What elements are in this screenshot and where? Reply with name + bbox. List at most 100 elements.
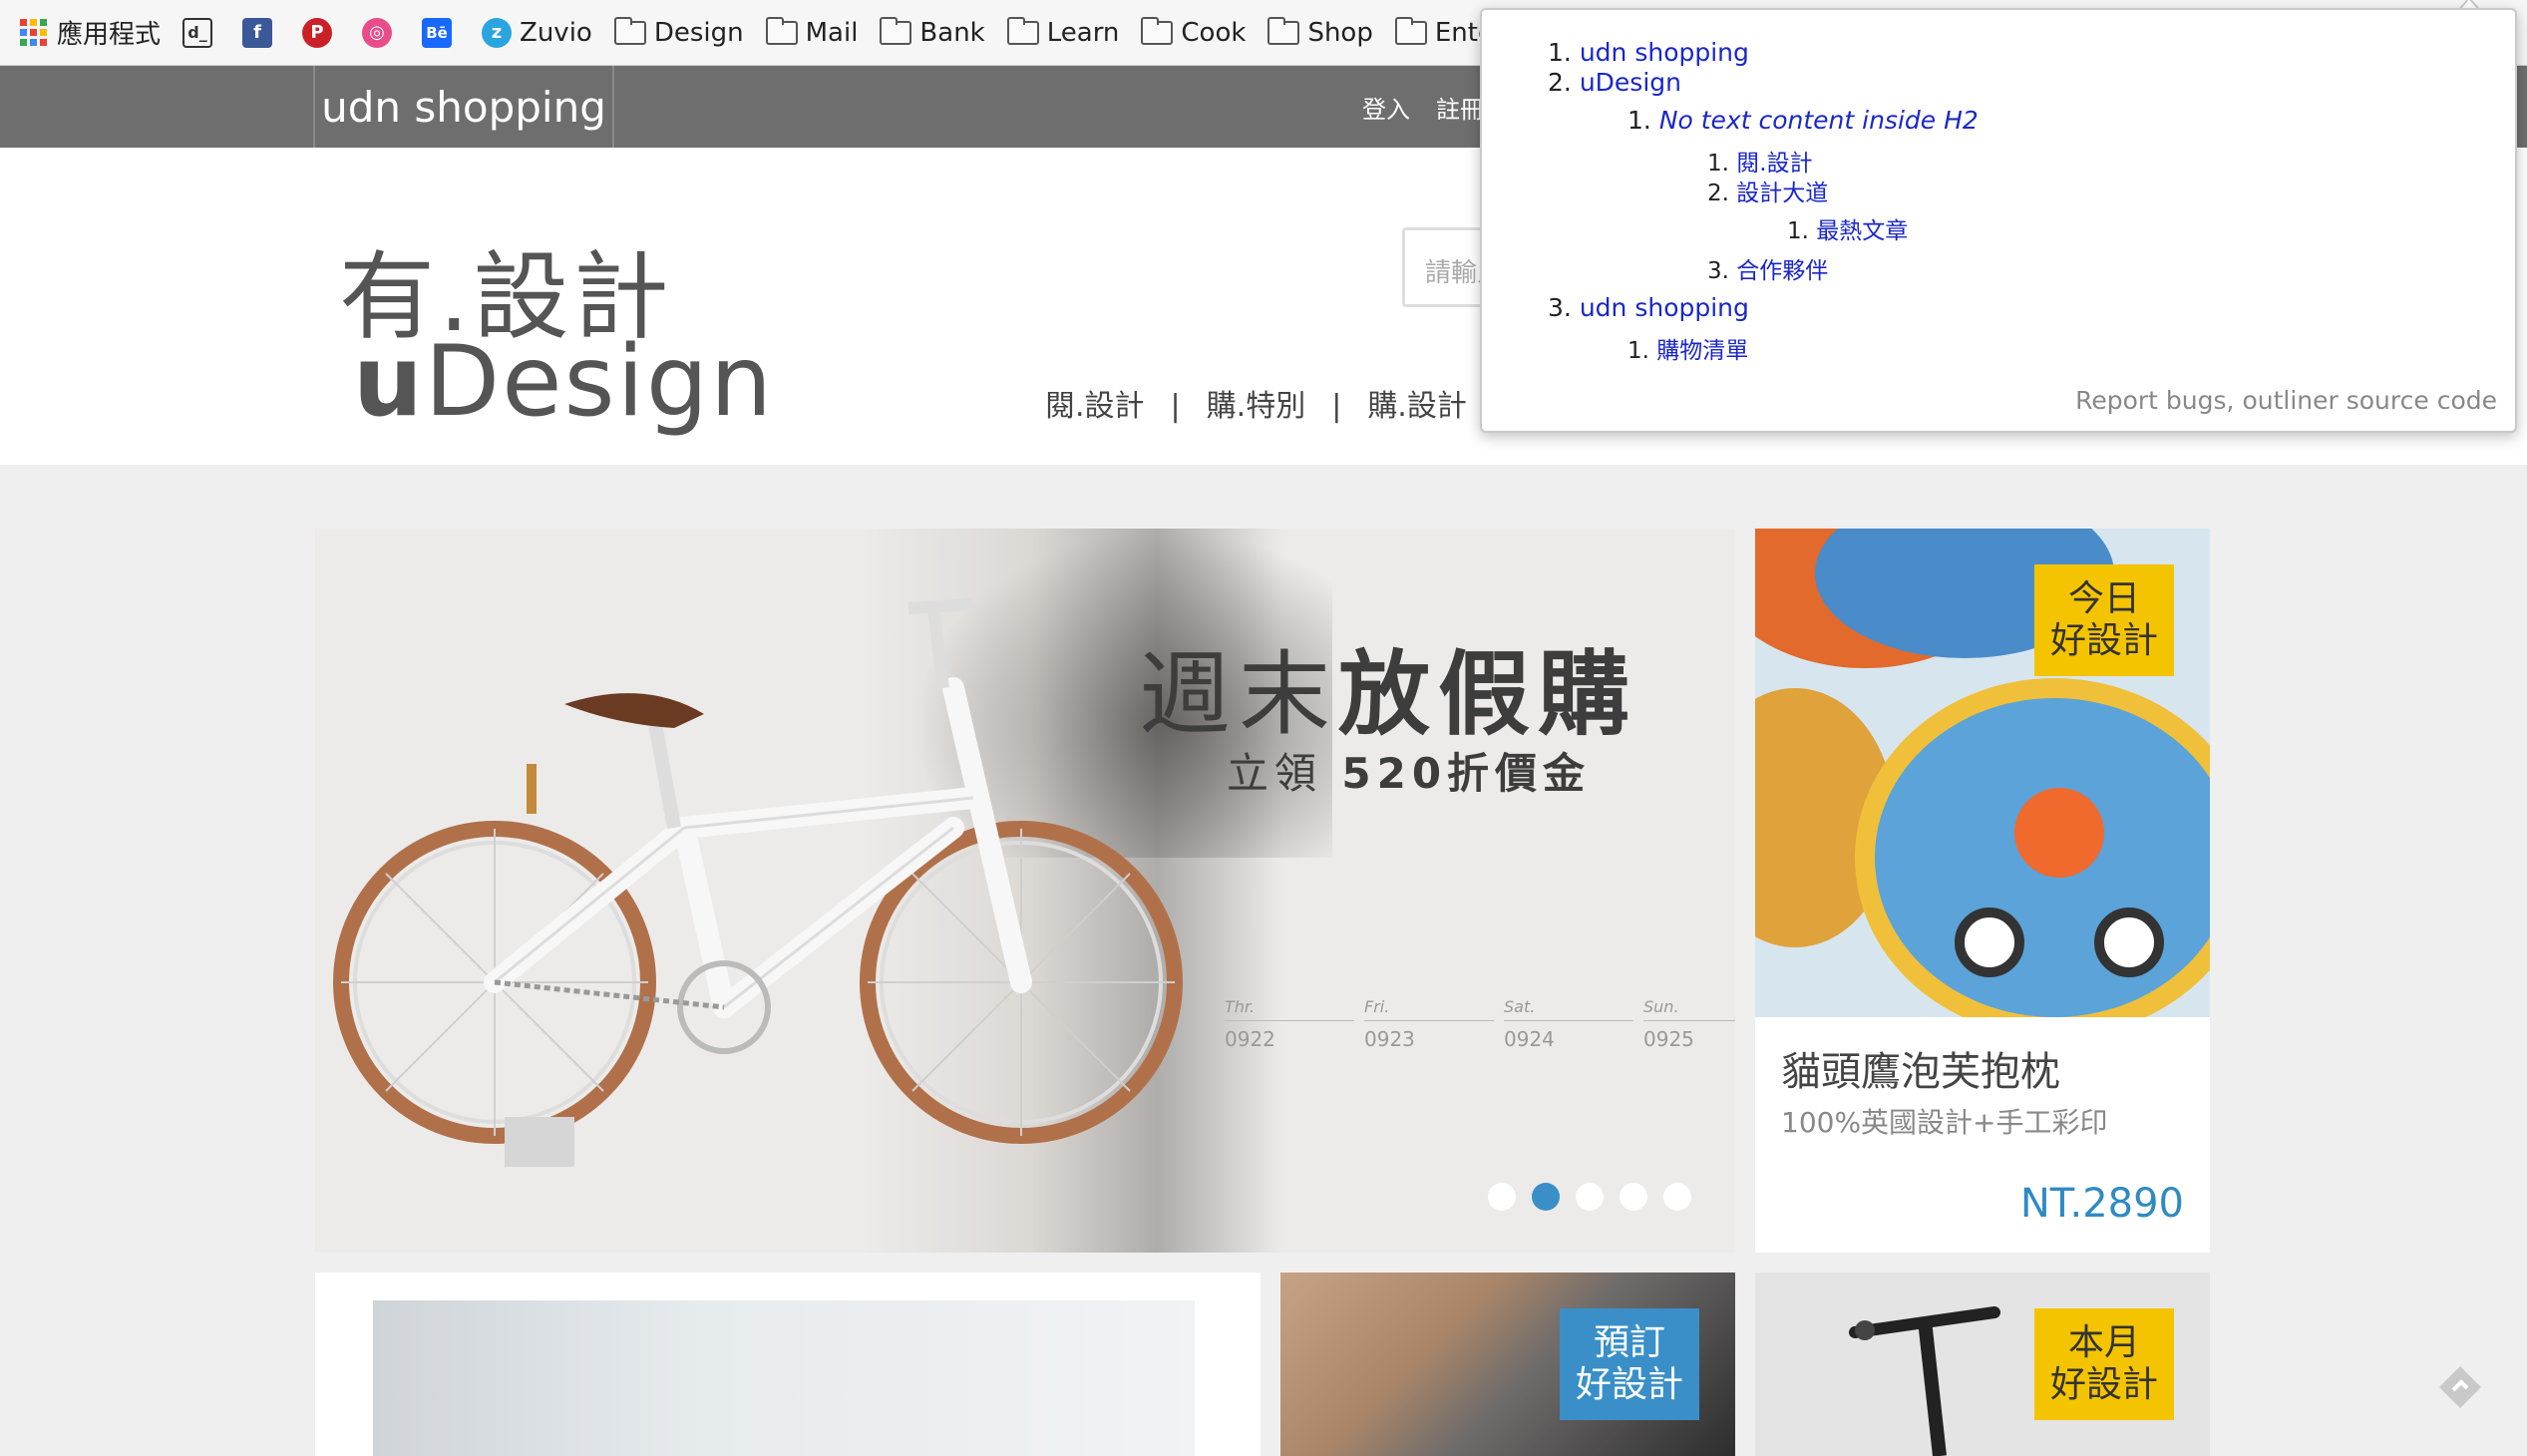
- bookmark-folder-bank[interactable]: Bank: [880, 0, 985, 66]
- outline-link[interactable]: 最熱文章: [1816, 218, 1908, 244]
- logo-english[interactable]: uDesign: [353, 325, 774, 439]
- apps-icon: [20, 19, 47, 46]
- outliner-footer: Report bugs, outliner source code: [2075, 386, 2497, 415]
- outline-num: 1.: [1548, 38, 1572, 67]
- carousel-dot-1[interactable]: [1488, 1183, 1516, 1211]
- footer-separator: ,: [2226, 386, 2235, 415]
- outline-link[interactable]: 購物清單: [1656, 338, 1748, 364]
- source-code-link[interactable]: outliner source code: [2242, 386, 2497, 415]
- outline-link[interactable]: 合作夥伴: [1736, 258, 1828, 284]
- carousel-dots: [1488, 1183, 1707, 1211]
- nav-separator: |: [1331, 389, 1342, 424]
- date-value: 0924: [1504, 1027, 1555, 1051]
- brand-link[interactable]: udn shopping: [313, 66, 614, 148]
- bookmark-label: 應用程式: [57, 20, 162, 50]
- bookmark-folder-mail[interactable]: Mail: [765, 0, 859, 66]
- bookmark-label: Design: [653, 17, 744, 48]
- hero-subtitle: 立領 520折價金: [1227, 740, 1591, 801]
- bookmark-apps[interactable]: 應用程式: [20, 0, 161, 66]
- outliner-popup: 1. udn shopping 2. uDesign 1. No text co…: [1480, 8, 2517, 433]
- folder-icon: [765, 16, 798, 45]
- bookmark-pinterest[interactable]: P: [302, 0, 340, 66]
- today-design-badge: 今日 好設計: [2033, 564, 2174, 676]
- preorder-design-badge: 預訂 好設計: [1559, 1308, 1699, 1420]
- register-link[interactable]: 註冊: [1436, 90, 1484, 125]
- folder-icon: [1267, 16, 1300, 45]
- product-subtitle: 100%英國設計+手工彩印: [1781, 1106, 2108, 1139]
- bottom-tile-3[interactable]: 本月 好設計: [1755, 1273, 2210, 1456]
- bookmark-dribbble[interactable]: ◎: [362, 0, 400, 66]
- outline-item: 3. udn shopping: [1548, 293, 1749, 322]
- bookmark-label: Shop: [1307, 17, 1373, 48]
- folder-icon: [1394, 16, 1427, 45]
- folder-icon: [1006, 16, 1039, 45]
- hero-sub-rest: 折價金: [1447, 749, 1592, 798]
- bookmark-dc[interactable]: d_: [182, 0, 220, 66]
- hero-banner[interactable]: 週末放假購 立領 520折價金 Thr. 0922 Fri. 0923 Sat. 09…: [315, 529, 1735, 1253]
- badge-line2: 好設計: [2049, 620, 2158, 661]
- bookmark-facebook[interactable]: f: [242, 0, 280, 66]
- badge-line2: 好設計: [2049, 1364, 2158, 1405]
- outline-link[interactable]: udn shopping: [1580, 293, 1749, 322]
- hero-title-bold: 放假購: [1338, 641, 1638, 748]
- carousel-dot-4[interactable]: [1620, 1183, 1647, 1211]
- carousel-dot-5[interactable]: [1663, 1183, 1691, 1211]
- folder-icon: [613, 16, 646, 45]
- bookmark-folder-learn[interactable]: Learn: [1006, 0, 1120, 66]
- bookmark-folder-design[interactable]: Design: [613, 0, 744, 66]
- date-item: Fri. 0923: [1364, 997, 1494, 1051]
- bookmark-label: Bank: [919, 17, 985, 48]
- outline-num: 3.: [1548, 293, 1572, 322]
- outline-link[interactable]: uDesign: [1580, 68, 1681, 97]
- bookmark-behance[interactable]: Bē: [422, 0, 460, 66]
- badge-line1: 本月: [2067, 1322, 2140, 1363]
- outline-num: 1.: [1627, 106, 1651, 135]
- outline-num: 1.: [1627, 338, 1649, 364]
- hero-sub-bold: 520: [1341, 749, 1448, 798]
- nav-buy-special[interactable]: 購.特別: [1207, 389, 1306, 424]
- outline-link[interactable]: 設計大道: [1736, 181, 1828, 206]
- bookmark-zuvio[interactable]: z Zuvio: [482, 0, 592, 66]
- logo-english-bold: u: [353, 325, 425, 439]
- outline-item: 1. 購物清單: [1627, 331, 1748, 365]
- date-item: Sat. 0924: [1504, 997, 1633, 1051]
- badge-line2: 好設計: [1575, 1364, 1683, 1405]
- date-day: Thr.: [1225, 997, 1354, 1021]
- zuvio-icon: z: [482, 17, 513, 48]
- date-item: Sun. 0925: [1643, 997, 1735, 1051]
- outline-link[interactable]: No text content inside H2: [1659, 106, 1979, 135]
- folder-icon: [880, 16, 912, 45]
- outline-num: 1.: [1787, 218, 1809, 244]
- bookmark-label: Learn: [1046, 17, 1120, 48]
- badge-line1: 預訂: [1593, 1322, 1665, 1363]
- login-link[interactable]: 登入: [1362, 90, 1410, 125]
- folder-icon: [1141, 16, 1174, 45]
- product-card[interactable]: 今日 好設計 貓頭鷹泡芙抱枕 100%英國設計+手工彩印 NT.2890: [1755, 529, 2210, 1253]
- hero-title: 週末放假購: [1139, 620, 1637, 753]
- nav-read-design[interactable]: 閱.設計: [1045, 389, 1145, 424]
- bookmark-folder-shop[interactable]: Shop: [1267, 0, 1373, 66]
- outline-link[interactable]: udn shopping: [1580, 38, 1749, 67]
- date-day: Sun.: [1643, 997, 1735, 1021]
- product-title[interactable]: 貓頭鷹泡芙抱枕: [1781, 1039, 2060, 1097]
- product-price: NT.2890: [2019, 1181, 2184, 1227]
- report-bugs-link[interactable]: Report bugs: [2075, 386, 2226, 415]
- outline-item: 2. uDesign: [1548, 68, 1681, 97]
- bottom-tile-1[interactable]: [315, 1273, 1261, 1456]
- outline-num: 2.: [1548, 68, 1572, 97]
- pinterest-icon: P: [302, 17, 333, 48]
- scroll-top-icon[interactable]: [2435, 1362, 2485, 1412]
- nav-buy-design[interactable]: 購.設計: [1367, 389, 1467, 424]
- bookmark-label: Mail: [805, 17, 859, 48]
- bookmark-label: Cook: [1181, 17, 1247, 48]
- carousel-dot-2[interactable]: [1532, 1183, 1560, 1211]
- pillow-shape: [1955, 908, 2024, 977]
- outline-item: 1. 閱.設計: [1707, 144, 1813, 178]
- carousel-dot-3[interactable]: [1576, 1183, 1604, 1211]
- date-value: 0923: [1364, 1027, 1415, 1051]
- outline-num: 2.: [1707, 181, 1729, 206]
- nav-separator: |: [1170, 389, 1181, 424]
- bottom-tile-2[interactable]: 預訂 好設計: [1280, 1273, 1735, 1456]
- bookmark-folder-cook[interactable]: Cook: [1141, 0, 1246, 66]
- outline-item: 1. udn shopping: [1548, 38, 1749, 67]
